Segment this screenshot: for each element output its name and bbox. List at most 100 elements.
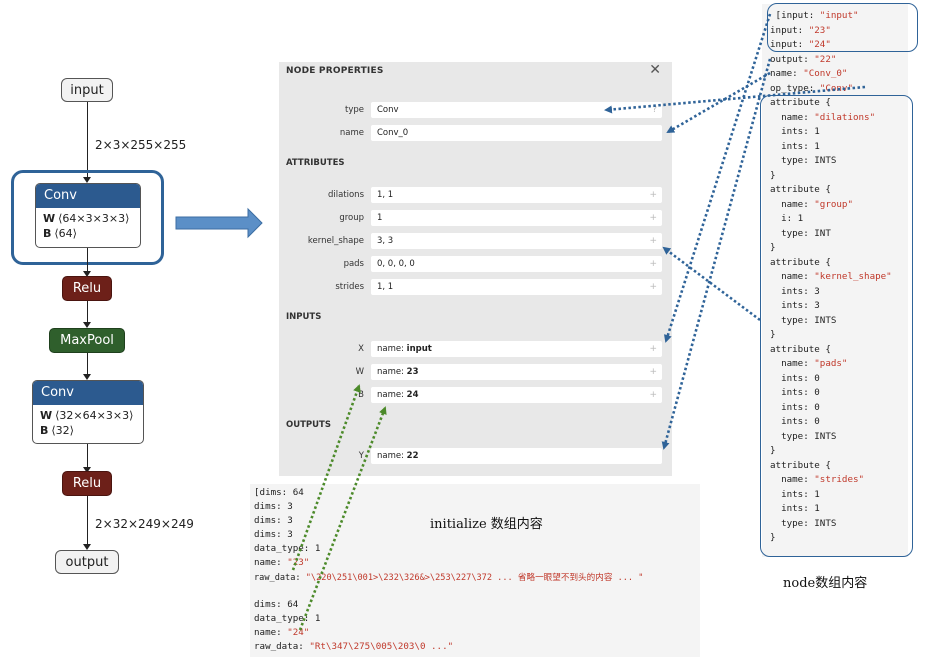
close-icon[interactable]: ✕ xyxy=(649,62,661,78)
attr-label: group xyxy=(339,213,364,223)
init-line: dims: 3 xyxy=(254,529,293,540)
conv1-w-val: ⟨64×3×3×3⟩ xyxy=(58,212,130,225)
attr-label: strides xyxy=(335,282,364,292)
init-line: [dims: 64 xyxy=(254,487,304,498)
conv1-title: Conv xyxy=(36,184,140,208)
conv1-b-key: B xyxy=(43,227,52,240)
type-value: Conv xyxy=(377,105,399,115)
plus-icon[interactable]: + xyxy=(649,341,657,357)
output-prefix: name: xyxy=(377,451,407,461)
init-line: data_type: 1 xyxy=(254,613,321,624)
attr-field-strides[interactable]: 1, 1 + xyxy=(371,279,662,295)
input-value: input xyxy=(406,344,432,354)
type-field[interactable]: Conv ? xyxy=(371,102,662,118)
name-field[interactable]: Conv_0 xyxy=(371,125,662,141)
name-label: name xyxy=(339,128,364,138)
attr-value: 0, 0, 0, 0 xyxy=(377,259,415,269)
node-code-line: name: "Conv_0" xyxy=(770,68,848,79)
input-field-w[interactable]: name: 23 + xyxy=(371,364,662,380)
plus-icon[interactable]: + xyxy=(649,279,657,295)
inputs-header: INPUTS xyxy=(286,312,322,322)
input-label: W xyxy=(355,367,364,377)
node-inputs-frame xyxy=(767,3,918,52)
attr-field-group[interactable]: 1 + xyxy=(371,210,662,226)
node-properties-panel: NODE PROPERTIES ✕ type Conv ? name Conv_… xyxy=(279,62,672,476)
input-label: B xyxy=(358,390,364,400)
attr-value: 1 xyxy=(377,213,383,223)
code-string: "Rt\347\275\005\203\0 ..." xyxy=(309,641,454,652)
code-string: "\220\251\001>\232\326&>\253\227\372 ...… xyxy=(305,573,644,583)
graph-edge xyxy=(87,102,88,180)
graph-input-label: input xyxy=(70,82,104,98)
input-prefix: name: xyxy=(377,390,407,400)
panel-title: NODE PROPERTIES xyxy=(286,66,384,76)
input-field-x[interactable]: name: input + xyxy=(371,341,662,357)
arrow-kernel-to-attr xyxy=(662,246,761,322)
init-caption: initialize 数组内容 xyxy=(430,517,543,532)
graph-conv2-node[interactable]: Conv W ⟨32×64×3×3⟩ B ⟨32⟩ xyxy=(32,380,144,444)
arrow-input-to-x xyxy=(664,13,772,343)
attr-value: 1, 1 xyxy=(377,282,394,292)
graph-output-node[interactable]: output xyxy=(55,550,119,574)
node-caption: node数组内容 xyxy=(783,576,868,591)
maxpool-label: MaxPool xyxy=(60,333,114,348)
conv2-w-val: ⟨32×64×3×3⟩ xyxy=(55,409,134,422)
attr-field-dilations[interactable]: 1, 1 + xyxy=(371,187,662,203)
attr-field-pads[interactable]: 0, 0, 0, 0 + xyxy=(371,256,662,272)
code-string: "Conv" xyxy=(819,82,853,94)
init-line: name: "23" xyxy=(254,557,310,568)
input-value: 23 xyxy=(406,367,419,377)
plus-icon[interactable]: + xyxy=(649,233,657,249)
init-line: dims: 3 xyxy=(254,501,293,512)
input-label: X xyxy=(358,344,364,354)
init-line: dims: 64 xyxy=(254,599,299,610)
graph-conv1-node[interactable]: Conv W ⟨64×3×3×3⟩ B ⟨64⟩ xyxy=(35,183,141,248)
graph-output-label: output xyxy=(65,554,109,570)
code-string: "23" xyxy=(287,557,310,568)
conv2-w-key: W xyxy=(40,409,53,422)
plus-icon[interactable]: + xyxy=(649,210,657,226)
attr-value: 3, 3 xyxy=(377,236,394,246)
type-label: type xyxy=(345,105,364,115)
output-field-y[interactable]: name: 22 xyxy=(371,448,662,464)
attr-field-kernel-shape[interactable]: 3, 3 + xyxy=(371,233,662,249)
attr-label: dilations xyxy=(327,190,364,200)
code-string: "24" xyxy=(287,627,310,638)
plus-icon[interactable]: + xyxy=(649,256,657,272)
code-string: "Conv_0" xyxy=(803,68,848,79)
plus-icon[interactable]: + xyxy=(649,364,657,380)
graph-maxpool-node[interactable]: MaxPool xyxy=(49,328,125,353)
attr-label: kernel_shape xyxy=(307,236,364,246)
input-prefix: name: xyxy=(377,344,407,354)
node-code-line: op_type: "Conv" xyxy=(770,82,853,94)
input-value: 24 xyxy=(406,390,419,400)
initializer-code-box: [dims: 64 dims: 3 dims: 3 dims: 3 data_t… xyxy=(250,484,700,657)
code-string: "22" xyxy=(814,53,837,65)
init-line: name: "24" xyxy=(254,627,310,638)
attributes-header: ATTRIBUTES xyxy=(286,158,345,168)
node-attributes-frame xyxy=(760,95,913,557)
input-prefix: name: xyxy=(377,367,407,377)
init-line: raw_data: "Rt\347\275\005\203\0 ..." xyxy=(254,641,454,652)
question-icon[interactable]: ? xyxy=(652,102,657,118)
relu1-label: Relu xyxy=(72,281,102,296)
init-line: dims: 3 xyxy=(254,515,293,526)
graph-relu2-node[interactable]: Relu xyxy=(62,471,112,496)
graph-input-node[interactable]: input xyxy=(61,78,113,102)
init-line: data_type: 1 xyxy=(254,543,321,554)
output-label: Y xyxy=(358,451,364,461)
arrow-output-to-y xyxy=(661,58,772,450)
plus-icon[interactable]: + xyxy=(649,387,657,403)
output-value: 22 xyxy=(406,451,419,461)
plus-icon[interactable]: + xyxy=(649,187,657,203)
input-field-b[interactable]: name: 24 + xyxy=(371,387,662,403)
graph-relu1-node[interactable]: Relu xyxy=(62,276,112,301)
graph-dim-top: 2×3×255×255 xyxy=(95,138,187,152)
graph-edge xyxy=(87,496,88,547)
relu2-label: Relu xyxy=(72,476,102,491)
right-arrow-icon xyxy=(175,207,263,239)
name-value: Conv_0 xyxy=(377,128,409,138)
node-code-line: output: "22" xyxy=(770,53,837,65)
conv1-b-val: ⟨64⟩ xyxy=(54,227,77,240)
conv2-title: Conv xyxy=(33,381,143,405)
